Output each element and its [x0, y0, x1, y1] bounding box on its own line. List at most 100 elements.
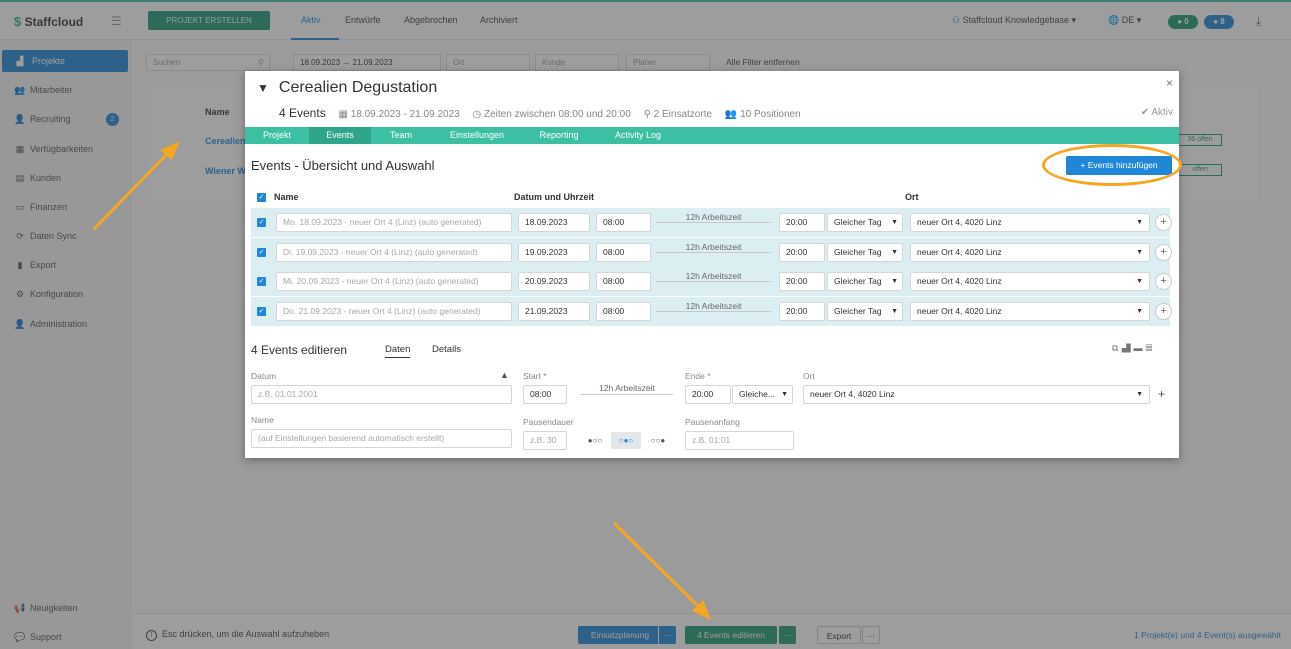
- caret-down-icon: ▼: [1136, 307, 1143, 315]
- table-row[interactable]: ✓ Mo. 18.09.2023 - neuer Ort 4 (Linz) (au…: [251, 208, 1172, 237]
- datum-label: Datum: [251, 371, 277, 381]
- tab-reporting[interactable]: Reporting: [527, 127, 591, 144]
- ort-label: Ort: [803, 371, 815, 381]
- event-day-select[interactable]: Gleicher Tag ▼: [827, 213, 903, 232]
- ende-label: Ende *: [685, 371, 711, 381]
- pause-mode-middle[interactable]: ○●○: [611, 432, 641, 449]
- project-summary: 4 Events ▦ 18.09.2023 - 21.09.2023 ◷ Zei…: [279, 106, 801, 120]
- caret-down-icon: ▼: [891, 307, 898, 315]
- event-start-input[interactable]: 08:00: [596, 272, 651, 291]
- duration-label: 12h Arbeitszeit: [599, 383, 655, 393]
- event-duration-label: 12h Arbeitszeit: [685, 241, 742, 252]
- event-date-input[interactable]: 18.09.2023: [518, 213, 590, 232]
- event-name-input[interactable]: Do. 21.09.2023 - neuer Ort 4 (Linz) (aut…: [276, 301, 512, 321]
- row-checkbox[interactable]: ✓: [257, 218, 266, 227]
- edit-events-title: 4 Events editieren: [251, 343, 348, 357]
- row-checkbox[interactable]: ✓: [257, 277, 266, 286]
- event-start-input[interactable]: 08:00: [596, 301, 651, 321]
- event-date-input[interactable]: 20.09.2023: [518, 272, 590, 291]
- event-end-input[interactable]: 20:00: [779, 272, 825, 291]
- event-end-input[interactable]: 20:00: [779, 242, 825, 262]
- column-header-name: Name: [274, 192, 299, 202]
- modal-title: ▼ Cerealien Degustation: [257, 79, 438, 96]
- column-header-ort: Ort: [905, 192, 919, 202]
- add-location-button[interactable]: +: [1155, 302, 1172, 320]
- event-ort-select[interactable]: neuer Ort 4, 4020 Linz ▼: [910, 301, 1150, 321]
- select-all-checkbox[interactable]: ✓: [257, 193, 266, 202]
- tab-events[interactable]: Events: [309, 127, 371, 144]
- event-day-select[interactable]: Gleicher Tag ▼: [827, 242, 903, 262]
- event-start-input[interactable]: 08:00: [596, 242, 651, 262]
- event-duration-label: 12h Arbeitszeit: [685, 212, 742, 222]
- pause-mode-start[interactable]: ●○○: [581, 432, 609, 449]
- duration-arrow: [656, 310, 771, 312]
- event-name-input[interactable]: Mi. 20.09.2023 - neuer Ort 4 (Linz) (aut…: [276, 272, 512, 291]
- users-icon: 👥: [724, 109, 738, 120]
- duration-arrow: [656, 222, 771, 223]
- add-location-button[interactable]: +: [1155, 273, 1172, 290]
- caret-down-icon: ▼: [1136, 248, 1143, 256]
- status-badge: ✔ Aktiv: [1140, 107, 1173, 118]
- ort-select[interactable]: neuer Ort 4, 4020 Linz ▼: [803, 385, 1150, 404]
- caret-down-icon: ▼: [781, 391, 788, 398]
- qr-icon[interactable]: ▦: [1145, 343, 1155, 353]
- edit-tab-details[interactable]: Details: [432, 344, 461, 355]
- add-location-button[interactable]: +: [1155, 214, 1172, 231]
- row-checkbox[interactable]: ✓: [257, 306, 266, 316]
- datum-input[interactable]: z.B. 01.01.2001: [251, 385, 512, 404]
- modal-tabs: Projekt Events Team Einstellungen Report…: [245, 127, 1179, 144]
- event-day-select[interactable]: Gleicher Tag ▼: [827, 301, 903, 321]
- pause-duration-input[interactable]: z.B. 30: [523, 431, 567, 450]
- sitemap-icon[interactable]: ▟: [1121, 343, 1133, 353]
- event-name-input[interactable]: Di. 19.09.2023 - neuer Ort 4 (Linz) (aut…: [276, 242, 512, 262]
- tab-projekt[interactable]: Projekt: [251, 127, 303, 144]
- add-location-button[interactable]: +: [1155, 243, 1172, 261]
- event-duration-label: 12h Arbeitszeit: [685, 271, 742, 281]
- edit-tab-daten[interactable]: Daten: [385, 344, 411, 358]
- pause-mode-end[interactable]: ○○●: [644, 432, 672, 449]
- caret-down-icon: ▼: [1136, 391, 1143, 398]
- column-header-datetime: Datum und Uhrzeit: [514, 192, 594, 202]
- table-row[interactable]: ✓ Mi. 20.09.2023 - neuer Ort 4 (Linz) (au…: [251, 267, 1172, 296]
- add-ort-icon[interactable]: +: [1158, 387, 1165, 401]
- duration-arrow: [581, 394, 673, 395]
- event-day-select[interactable]: Gleicher Tag ▼: [827, 272, 903, 291]
- caret-down-icon: ▼: [1136, 278, 1143, 285]
- event-ort-select[interactable]: neuer Ort 4, 4020 Linz ▼: [910, 213, 1150, 232]
- start-label: Start *: [523, 371, 547, 381]
- calendar-icon: ▦: [338, 109, 348, 120]
- duration-arrow: [656, 251, 771, 253]
- event-ort-select[interactable]: neuer Ort 4, 4020 Linz ▼: [910, 272, 1150, 291]
- map-marker-icon: ⚲: [643, 109, 651, 120]
- caret-down-icon: ▼: [891, 248, 898, 256]
- project-modal: ▼ Cerealien Degustation × 4 Events ▦ 18.0…: [245, 71, 1182, 458]
- table-row[interactable]: ✓ Do. 21.09.2023 - neuer Ort 4 (Linz) (au…: [251, 296, 1172, 326]
- event-ort-select[interactable]: neuer Ort 4, 4020 Linz ▼: [910, 242, 1150, 262]
- event-end-input[interactable]: 20:00: [779, 213, 825, 232]
- table-row[interactable]: ✓ Di. 19.09.2023 - neuer Ort 4 (Linz) (au…: [251, 237, 1172, 267]
- caret-down-icon[interactable]: ▼: [257, 81, 269, 95]
- end-time-input[interactable]: 20:00: [685, 385, 731, 404]
- warning-icon: ▲: [500, 370, 509, 380]
- event-duration-label: 12h Arbeitszeit: [685, 300, 742, 311]
- caret-down-icon: ▼: [891, 219, 898, 226]
- row-checkbox[interactable]: ✓: [257, 247, 266, 257]
- event-end-input[interactable]: 20:00: [779, 301, 825, 321]
- event-name-input[interactable]: Mo. 18.09.2023 - neuer Ort 4 (Linz) (aut…: [276, 213, 512, 232]
- day-select[interactable]: Gleiche... ▼: [732, 385, 793, 404]
- name-input[interactable]: (auf Einstellungen basierend automatisch…: [251, 429, 512, 448]
- archive-icon[interactable]: ▬: [1133, 343, 1145, 353]
- event-date-input[interactable]: 21.09.2023: [518, 301, 590, 321]
- tab-activity-log[interactable]: Activity Log: [605, 127, 671, 144]
- tab-team[interactable]: Team: [375, 127, 427, 144]
- close-icon[interactable]: ×: [1166, 76, 1173, 90]
- event-start-input[interactable]: 08:00: [596, 213, 651, 232]
- start-time-input[interactable]: 08:00: [523, 385, 567, 404]
- highlight-ring: [1042, 144, 1182, 186]
- edit-toolbar: ⧉▟▬▦: [1112, 343, 1155, 354]
- events-section-title: Events - Übersicht und Auswahl: [251, 158, 435, 173]
- caret-down-icon: ▼: [891, 278, 898, 285]
- event-date-input[interactable]: 19.09.2023: [518, 242, 590, 262]
- pause-start-input[interactable]: z.B. 01:01: [685, 431, 794, 450]
- tab-einstellungen[interactable]: Einstellungen: [441, 127, 513, 144]
